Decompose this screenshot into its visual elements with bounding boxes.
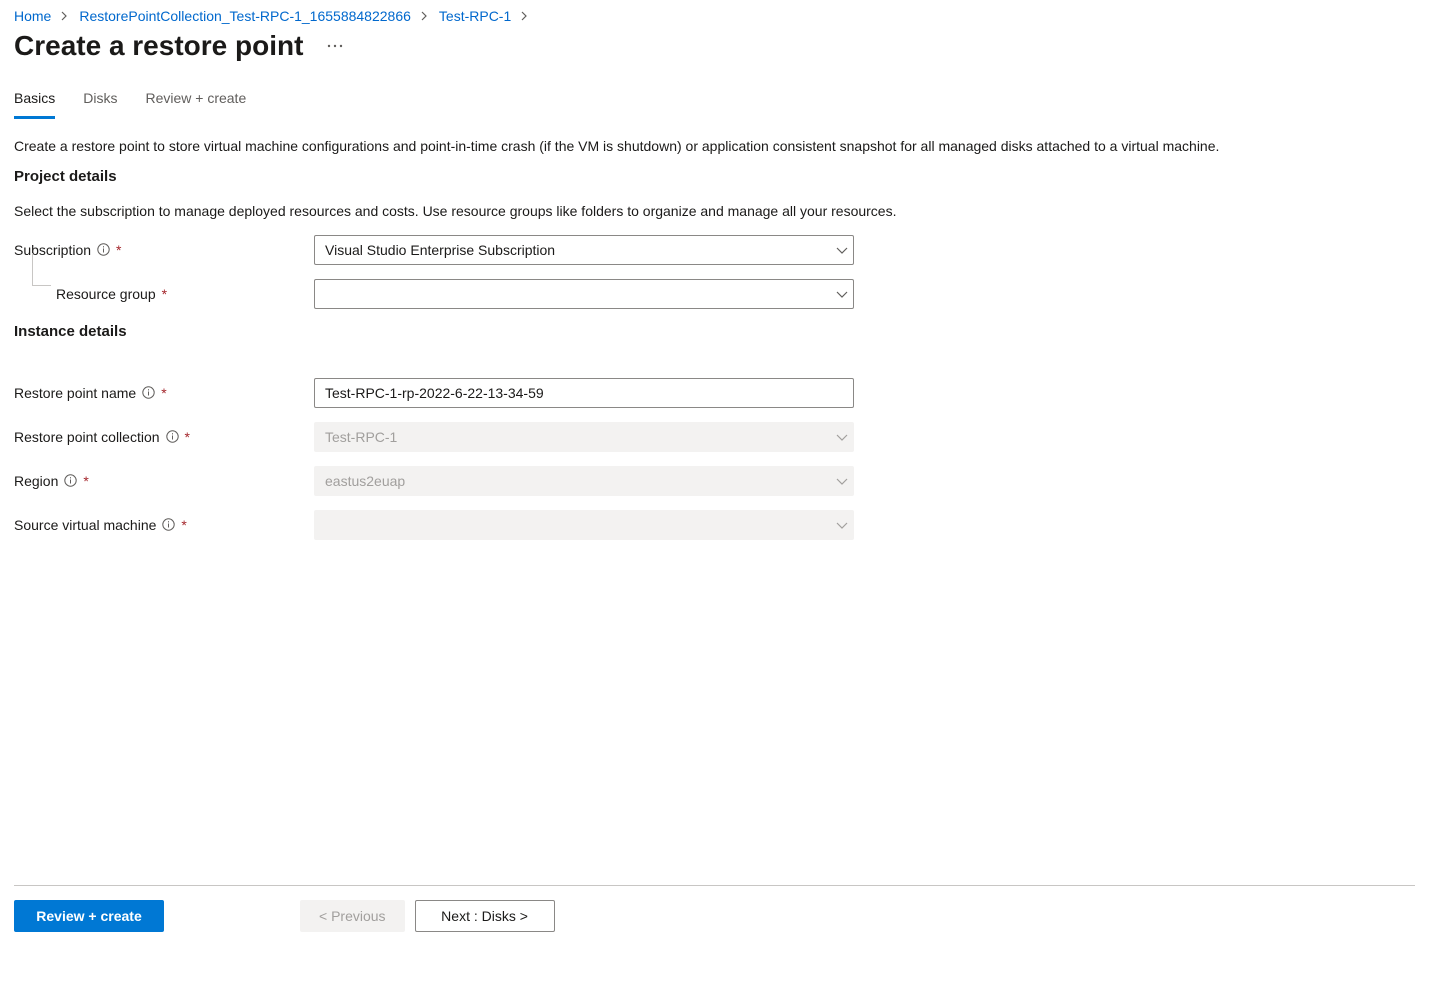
label-region: Region (14, 473, 58, 489)
label-restore-point-name: Restore point name (14, 385, 136, 401)
tab-basics[interactable]: Basics (14, 84, 55, 119)
chevron-down-icon (836, 242, 848, 258)
restore-point-name-input[interactable] (314, 378, 854, 408)
chevron-down-icon (836, 286, 848, 302)
breadcrumb-home[interactable]: Home (14, 8, 51, 24)
info-icon[interactable] (64, 474, 77, 487)
required-indicator: * (185, 429, 190, 445)
review-create-button[interactable]: Review + create (14, 900, 164, 932)
source-virtual-machine-select (314, 510, 854, 540)
footer-actions: Review + create < Previous Next : Disks … (14, 885, 1415, 932)
info-icon[interactable] (166, 430, 179, 443)
chevron-down-icon (836, 473, 848, 489)
previous-button: < Previous (300, 900, 405, 932)
subscription-select-value: Visual Studio Enterprise Subscription (325, 242, 555, 258)
tab-review-create[interactable]: Review + create (145, 84, 246, 119)
more-icon[interactable] (323, 40, 347, 52)
required-indicator: * (161, 385, 166, 401)
required-indicator: * (116, 242, 121, 258)
required-indicator: * (181, 517, 186, 533)
next-disks-button[interactable]: Next : Disks > (415, 900, 555, 932)
intro-text: Create a restore point to store virtual … (14, 137, 1415, 156)
chevron-right-icon (421, 11, 429, 21)
required-indicator: * (162, 286, 167, 302)
page-title: Create a restore point (14, 30, 303, 62)
chevron-down-icon (836, 517, 848, 533)
info-icon[interactable] (97, 243, 110, 256)
label-source-virtual-machine: Source virtual machine (14, 517, 156, 533)
section-title-instance-details: Instance details (14, 323, 1415, 340)
label-subscription: Subscription (14, 242, 91, 258)
subscription-select[interactable]: Visual Studio Enterprise Subscription (314, 235, 854, 265)
info-icon[interactable] (142, 386, 155, 399)
section-desc-project-details: Select the subscription to manage deploy… (14, 203, 1415, 219)
region-select-value: eastus2euap (325, 473, 405, 489)
resource-group-select[interactable] (314, 279, 854, 309)
restore-point-collection-select-value: Test-RPC-1 (325, 429, 397, 445)
breadcrumb: Home RestorePointCollection_Test-RPC-1_1… (14, 8, 1415, 24)
tabs: Basics Disks Review + create (14, 84, 1415, 119)
breadcrumb-test-rpc-1[interactable]: Test-RPC-1 (439, 8, 511, 24)
chevron-right-icon (521, 11, 529, 21)
chevron-right-icon (61, 11, 69, 21)
chevron-down-icon (836, 429, 848, 445)
label-restore-point-collection: Restore point collection (14, 429, 160, 445)
label-resource-group: Resource group (56, 286, 156, 302)
tab-disks[interactable]: Disks (83, 84, 117, 119)
restore-point-collection-select: Test-RPC-1 (314, 422, 854, 452)
region-select: eastus2euap (314, 466, 854, 496)
section-title-project-details: Project details (14, 168, 1415, 185)
breadcrumb-restore-point-collection[interactable]: RestorePointCollection_Test-RPC-1_165588… (79, 8, 411, 24)
required-indicator: * (83, 473, 88, 489)
info-icon[interactable] (162, 518, 175, 531)
